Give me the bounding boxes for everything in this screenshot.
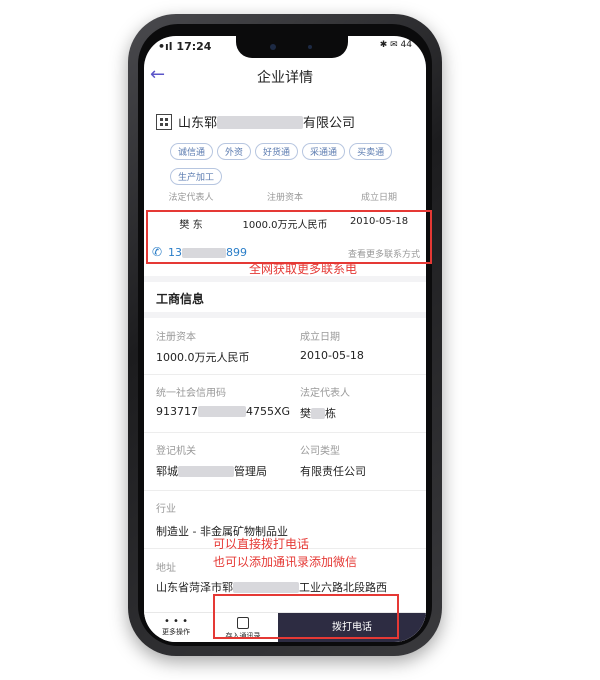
more-actions-label: 更多操作 — [162, 628, 190, 636]
field-type-value: 有限责任公司 — [300, 465, 366, 478]
capital-label: 注册资本 — [266, 193, 303, 203]
tag-haohuotong[interactable]: 好货通 — [255, 143, 299, 160]
sensor-icon — [308, 45, 312, 49]
field-address-value: 山东省菏泽市郓 工业六路北段路西 — [156, 581, 387, 594]
field-date-value: 2010-05-18 — [300, 349, 364, 362]
annotation-box-actions — [213, 594, 399, 639]
field-authority-value: 郓城 管理局 — [156, 465, 267, 478]
field-legal-label: 法定代表人 — [300, 388, 350, 399]
field-capital-value: 1000.0万元人民币 — [156, 351, 250, 364]
tag-maimaitong[interactable]: 买卖通 — [349, 143, 393, 160]
tag-shengchanjiagong[interactable]: 生产加工 — [170, 168, 223, 185]
section-title: 工商信息 — [156, 292, 205, 306]
redacted-text — [311, 408, 325, 419]
page-title: 企业详情 — [257, 70, 313, 86]
status-time: •ıl 17:24 — [158, 40, 212, 53]
more-dots-icon: • • • — [163, 616, 189, 627]
field-capital-label: 注册资本 — [156, 332, 196, 343]
tag-chengxintong[interactable]: 诚信通 — [170, 143, 214, 160]
company-name: 山东郓 有限公司 — [156, 112, 355, 131]
status-icons: ✱ ✉ 44 — [379, 40, 412, 50]
annotation-line-2: 也可以添加通讯录添加微信 — [213, 555, 358, 569]
tag-list: 诚信通 外资 好货通 采通通 买卖通生产加工 — [170, 140, 410, 190]
annotation-line-1: 可以直接拨打电话 — [213, 537, 310, 551]
field-credit-label: 统一社会信用码 — [156, 388, 226, 399]
redacted-text — [198, 406, 246, 417]
building-icon — [156, 114, 172, 130]
annotation-bottom: 可以直接拨打电话 也可以添加通讯录添加微信 — [213, 535, 357, 571]
section-divider — [144, 312, 426, 318]
annotation-box-phone — [146, 210, 432, 264]
redacted-text — [178, 466, 234, 477]
row-divider — [144, 432, 426, 433]
field-industry-label: 行业 — [156, 504, 176, 515]
tag-caitongtong[interactable]: 采通通 — [302, 143, 346, 160]
notch — [236, 36, 348, 58]
field-authority-label: 登记机关 — [156, 446, 196, 457]
camera-icon — [270, 44, 276, 50]
field-credit-value: 913717 4755XG — [156, 405, 291, 418]
field-date-label: 成立日期 — [300, 332, 340, 343]
redacted-text — [217, 116, 304, 129]
field-type-label: 公司类型 — [300, 446, 340, 457]
row-divider — [144, 374, 426, 375]
more-actions-button[interactable]: • • • 更多操作 — [144, 613, 208, 642]
nav-header: ← 企业详情 — [144, 62, 426, 92]
redacted-text — [233, 582, 299, 593]
field-address-label: 地址 — [156, 563, 176, 574]
tag-waizi[interactable]: 外资 — [217, 143, 252, 160]
field-legal-value: 樊栋 — [300, 407, 336, 420]
legal-rep-label: 法定代表人 — [168, 193, 214, 203]
date-label: 成立日期 — [360, 193, 397, 203]
annotation-top: 全网获取更多联系电 — [249, 262, 358, 276]
row-divider — [144, 490, 426, 491]
